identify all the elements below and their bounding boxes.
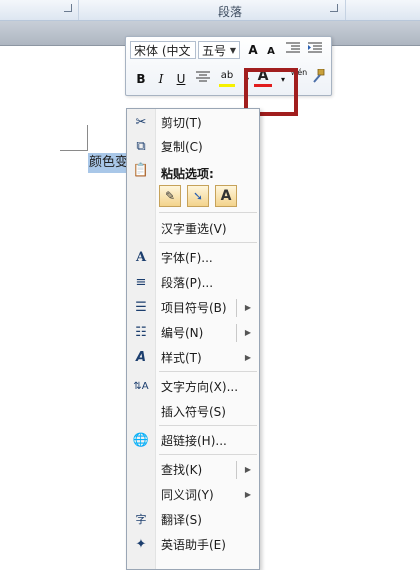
menu-item-label: 文字方向(X)... (161, 380, 239, 394)
text-direction-icon: ⇅A (133, 381, 149, 392)
menu-item-bullets[interactable]: ☰ 项目符号(B) ▶ (127, 296, 259, 320)
grow-font-icon: A (248, 43, 258, 57)
submenu-arrow-icon: ▶ (244, 465, 251, 474)
increase-indent-button[interactable] (306, 41, 324, 59)
menu-item-styles[interactable]: A 样式(T) ▶ (127, 346, 259, 370)
menu-item-label: 插入符号(S) (161, 405, 226, 419)
menu-item-label: 汉字重选(V) (161, 222, 227, 236)
menu-separator (159, 212, 257, 213)
decrease-indent-icon (286, 42, 300, 53)
menu-item-text-direction[interactable]: ⇅A 文字方向(X)... (127, 375, 259, 399)
font-icon: A (135, 250, 147, 265)
submenu-split (236, 324, 237, 342)
numbering-icon: ☷ (135, 325, 147, 340)
paragraph-icon: ≡ (135, 275, 147, 290)
paste-options-title: 粘贴选项: (161, 167, 214, 181)
italic-icon: I (158, 72, 164, 86)
highlight-icon: ab (220, 70, 234, 81)
copy-icon: ⧉ (136, 139, 146, 154)
menu-item-english-assistant[interactable]: ✦ 英语助手(E) (127, 533, 259, 557)
paste-merge-formatting-icon: ➘ (192, 189, 204, 203)
ribbon-separator (345, 0, 346, 20)
menu-separator (159, 371, 257, 372)
paragraph-dialog-launcher-icon[interactable] (330, 4, 338, 12)
bullets-icon: ☰ (135, 300, 147, 315)
menu-item-label: 复制(C) (161, 140, 203, 154)
chevron-down-icon: ▼ (229, 46, 236, 55)
context-menu: ✂ 剪切(T) ⧉ 复制(C) 📋 粘贴选项: ✎ ➘ A 汉字重选(V) A … (126, 108, 260, 570)
menu-item-hyperlink[interactable]: 🌐 超链接(H)... (127, 429, 259, 453)
paste-keep-formatting-icon: ✎ (164, 189, 176, 203)
ribbon-group-bar: 段落 (0, 0, 420, 21)
ribbon-separator (78, 0, 79, 20)
font-size-combo[interactable]: 五号 ▼ (198, 41, 240, 59)
menu-item-label: 编号(N) (161, 326, 204, 340)
english-assistant-icon: ✦ (135, 537, 147, 552)
menu-item-label: 同义词(Y) (161, 488, 214, 502)
menu-item-paragraph[interactable]: ≡ 段落(P)... (127, 271, 259, 295)
menu-item-label: 翻译(S) (161, 513, 202, 527)
menu-item-cut[interactable]: ✂ 剪切(T) (127, 111, 259, 135)
menu-item-lookup[interactable]: 查找(K) ▶ (127, 458, 259, 482)
submenu-arrow-icon: ▶ (244, 328, 251, 337)
menu-item-copy[interactable]: ⧉ 复制(C) (127, 135, 259, 159)
format-painter-button[interactable] (310, 68, 328, 87)
menu-separator (159, 454, 257, 455)
menu-item-label: 查找(K) (161, 463, 203, 477)
menu-separator (159, 242, 257, 243)
styles-icon: A (135, 350, 147, 365)
font-name-combo[interactable]: 宋体 (中文 (130, 41, 196, 59)
menu-item-insert-symbol[interactable]: 插入符号(S) (127, 400, 259, 424)
paste-merge-formatting-button[interactable]: ➘ (187, 185, 209, 207)
paragraph-group-label: 段落 (217, 5, 242, 19)
menu-item-label: 英语助手(E) (161, 538, 226, 552)
menu-item-label: 项目符号(B) (161, 301, 227, 315)
margin-corner-mark (87, 125, 88, 151)
margin-corner-mark (60, 150, 88, 151)
italic-button[interactable]: I (152, 70, 170, 88)
font-size-value: 五号 (202, 44, 227, 58)
menu-item-label: 超链接(H)... (161, 434, 227, 448)
selected-text[interactable]: 颜色变 (88, 153, 129, 173)
menu-item-translate[interactable]: 字 翻译(S) (127, 508, 259, 532)
translate-icon: 字 (135, 513, 147, 526)
submenu-arrow-icon: ▶ (244, 303, 251, 312)
align-center-icon (196, 71, 210, 82)
shrink-font-button[interactable]: A (262, 43, 280, 61)
paste-text-only-button[interactable]: A (215, 185, 237, 207)
font-name-value: 宋体 (中文 (134, 44, 191, 58)
format-painter-icon (313, 68, 325, 83)
menu-item-label: 样式(T) (161, 351, 202, 365)
menu-item-numbering[interactable]: ☷ 编号(N) ▶ (127, 321, 259, 345)
submenu-split (236, 299, 237, 317)
menu-item-reconvert[interactable]: 汉字重选(V) (127, 217, 259, 241)
submenu-arrow-icon: ▶ (244, 353, 251, 362)
highlight-color-swatch (219, 84, 235, 87)
mini-toolbar: 宋体 (中文 五号 ▼ A A B I U ab ▾ A ▾ wén (125, 36, 332, 96)
menu-item-label: 剪切(T) (161, 116, 202, 130)
menu-item-label: 字体(F)... (161, 251, 213, 265)
menu-item-font[interactable]: A 字体(F)... (127, 246, 259, 270)
align-center-button[interactable] (194, 70, 212, 88)
submenu-arrow-icon: ▶ (244, 490, 251, 499)
bold-button[interactable]: B (132, 70, 150, 88)
clipboard-icon: 📋 (132, 163, 150, 178)
dialog-launcher-icon[interactable] (64, 4, 72, 12)
decrease-indent-button[interactable] (284, 41, 302, 59)
scissors-icon: ✂ (135, 115, 147, 130)
submenu-split (236, 461, 237, 479)
shrink-font-icon: A (267, 46, 275, 57)
grow-font-button[interactable]: A (244, 41, 262, 59)
menu-item-label: 段落(P)... (161, 276, 214, 290)
bold-icon: B (136, 72, 146, 86)
paste-text-only-icon: A (220, 188, 232, 204)
underline-button[interactable]: U (172, 70, 190, 88)
underline-icon: U (176, 72, 186, 86)
highlight-button[interactable]: ab (218, 67, 236, 85)
increase-indent-icon (308, 42, 322, 53)
paste-keep-formatting-button[interactable]: ✎ (159, 185, 181, 207)
menu-item-synonyms[interactable]: 同义词(Y) ▶ (127, 483, 259, 507)
hyperlink-globe-icon: 🌐 (132, 433, 150, 448)
menu-separator (159, 425, 257, 426)
